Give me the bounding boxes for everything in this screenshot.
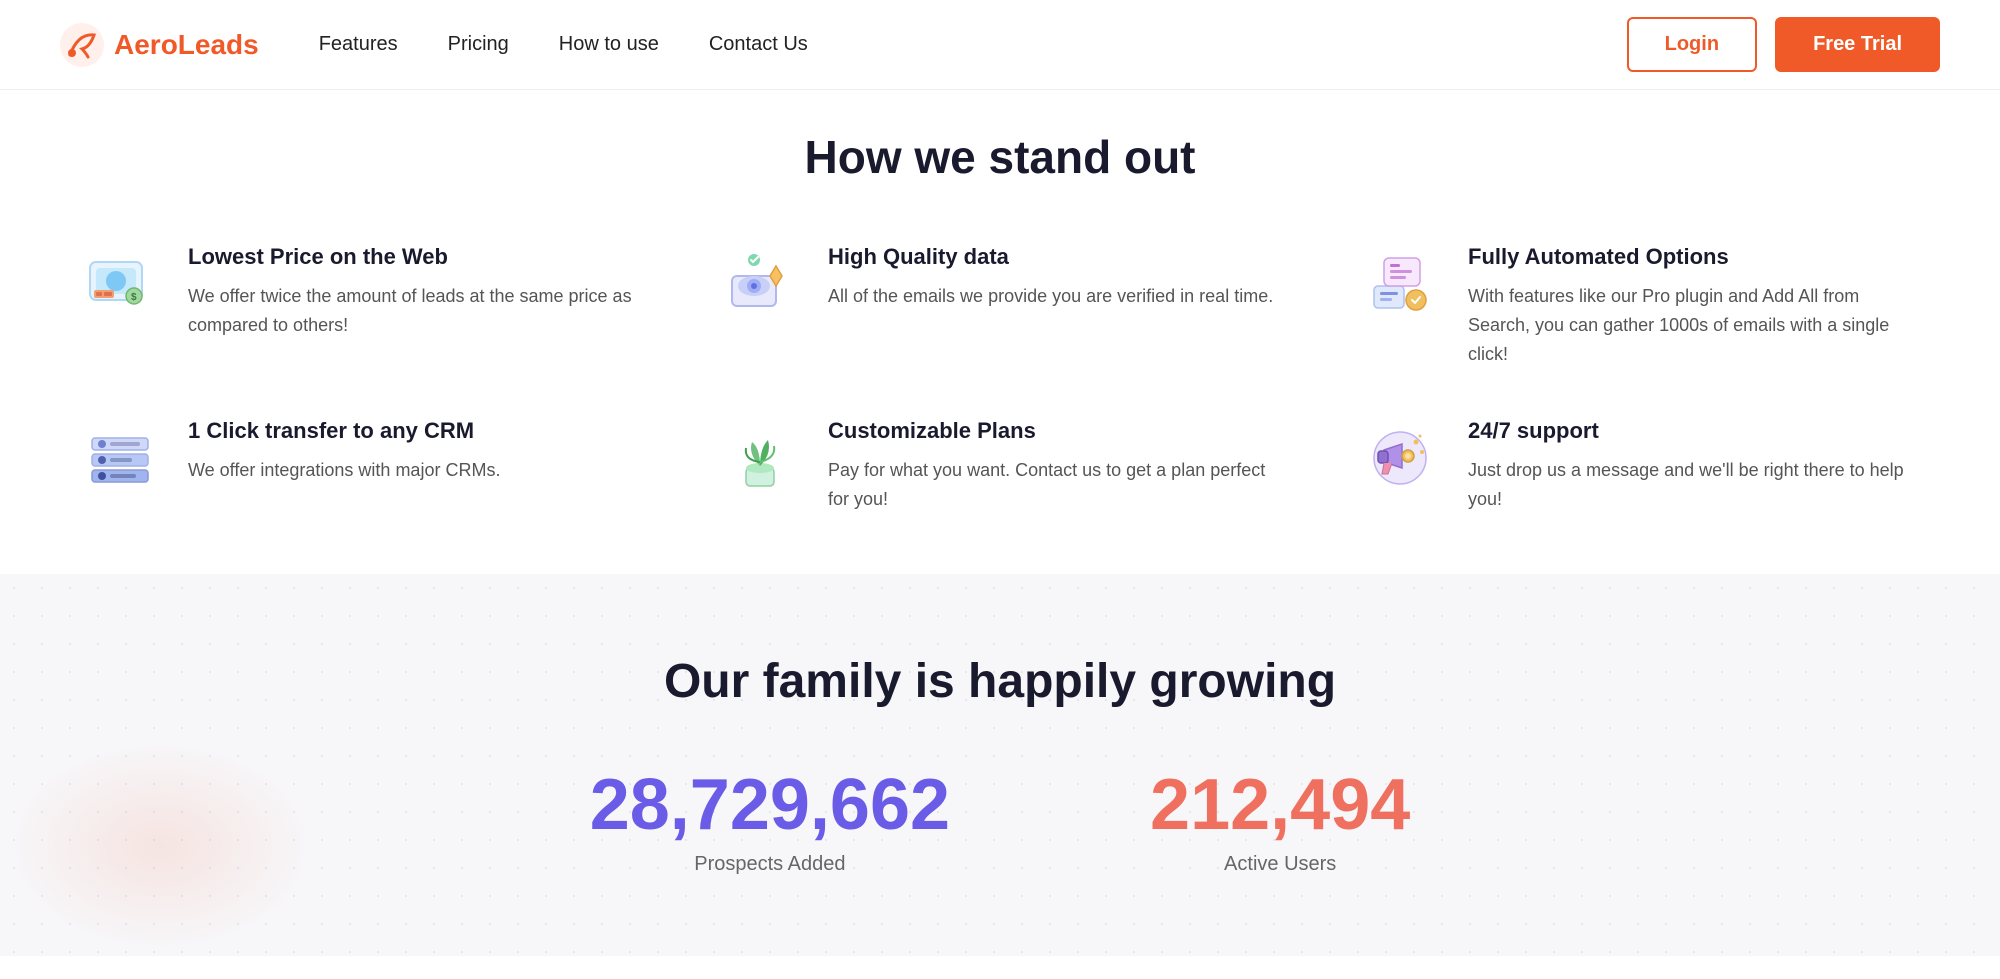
stat-prospects: 28,729,662 Prospects Added	[590, 769, 950, 876]
nav-links: Features Pricing How to use Contact Us	[319, 33, 1627, 56]
feature-customizable: Customizable Plans Pay for what you want…	[720, 418, 1280, 514]
feature-lowest-price-text: Lowest Price on the Web We offer twice t…	[188, 244, 640, 340]
logo-text: AeroLeads	[114, 29, 259, 61]
nav-features[interactable]: Features	[319, 33, 398, 55]
feature-support-text: 24/7 support Just drop us a message and …	[1468, 418, 1920, 514]
feature-high-quality-text: High Quality data All of the emails we p…	[828, 244, 1273, 311]
quality-icon	[720, 244, 800, 324]
support-icon	[1360, 418, 1440, 498]
plans-icon	[720, 418, 800, 498]
login-button[interactable]: Login	[1627, 17, 1757, 72]
feature-automated: Fully Automated Options With features li…	[1360, 244, 1920, 368]
feature-lowest-price: $ Lowest Price on the Web We offer twice…	[80, 244, 640, 368]
stat-users-label: Active Users	[1150, 853, 1410, 876]
logo-icon	[60, 23, 104, 67]
feature-customizable-text: Customizable Plans Pay for what you want…	[828, 418, 1280, 514]
stand-out-title: How we stand out	[0, 130, 2000, 184]
stand-out-section: How we stand out	[0, 90, 2000, 214]
free-trial-button[interactable]: Free Trial	[1775, 17, 1940, 72]
stats-section: Our family is happily growing 28,729,662…	[0, 574, 2000, 956]
navbar: AeroLeads Features Pricing How to use Co…	[0, 0, 2000, 90]
logo-link[interactable]: AeroLeads	[60, 23, 259, 67]
feature-support: 24/7 support Just drop us a message and …	[1360, 418, 1920, 514]
stat-users: 212,494 Active Users	[1150, 769, 1410, 876]
nav-how-to-use[interactable]: How to use	[559, 33, 659, 55]
feature-crm: 1 Click transfer to any CRM We offer int…	[80, 418, 640, 514]
price-icon: $	[80, 244, 160, 324]
feature-automated-text: Fully Automated Options With features li…	[1468, 244, 1920, 368]
crm-icon	[80, 418, 160, 498]
stat-users-number: 212,494	[1150, 769, 1410, 841]
feature-crm-text: 1 Click transfer to any CRM We offer int…	[188, 418, 500, 485]
nav-pricing[interactable]: Pricing	[448, 33, 509, 55]
features-section: $ Lowest Price on the Web We offer twice…	[0, 214, 2000, 574]
stat-prospects-label: Prospects Added	[590, 853, 950, 876]
svg-text:$: $	[131, 292, 137, 303]
nav-contact-us[interactable]: Contact Us	[709, 33, 808, 55]
features-grid: $ Lowest Price on the Web We offer twice…	[80, 244, 1920, 514]
feature-high-quality: High Quality data All of the emails we p…	[720, 244, 1280, 368]
nav-actions: Login Free Trial	[1627, 17, 1940, 72]
automation-icon	[1360, 244, 1440, 324]
stat-prospects-number: 28,729,662	[590, 769, 950, 841]
stats-row: 28,729,662 Prospects Added 212,494 Activ…	[80, 769, 1920, 876]
stats-title: Our family is happily growing	[80, 654, 1920, 709]
